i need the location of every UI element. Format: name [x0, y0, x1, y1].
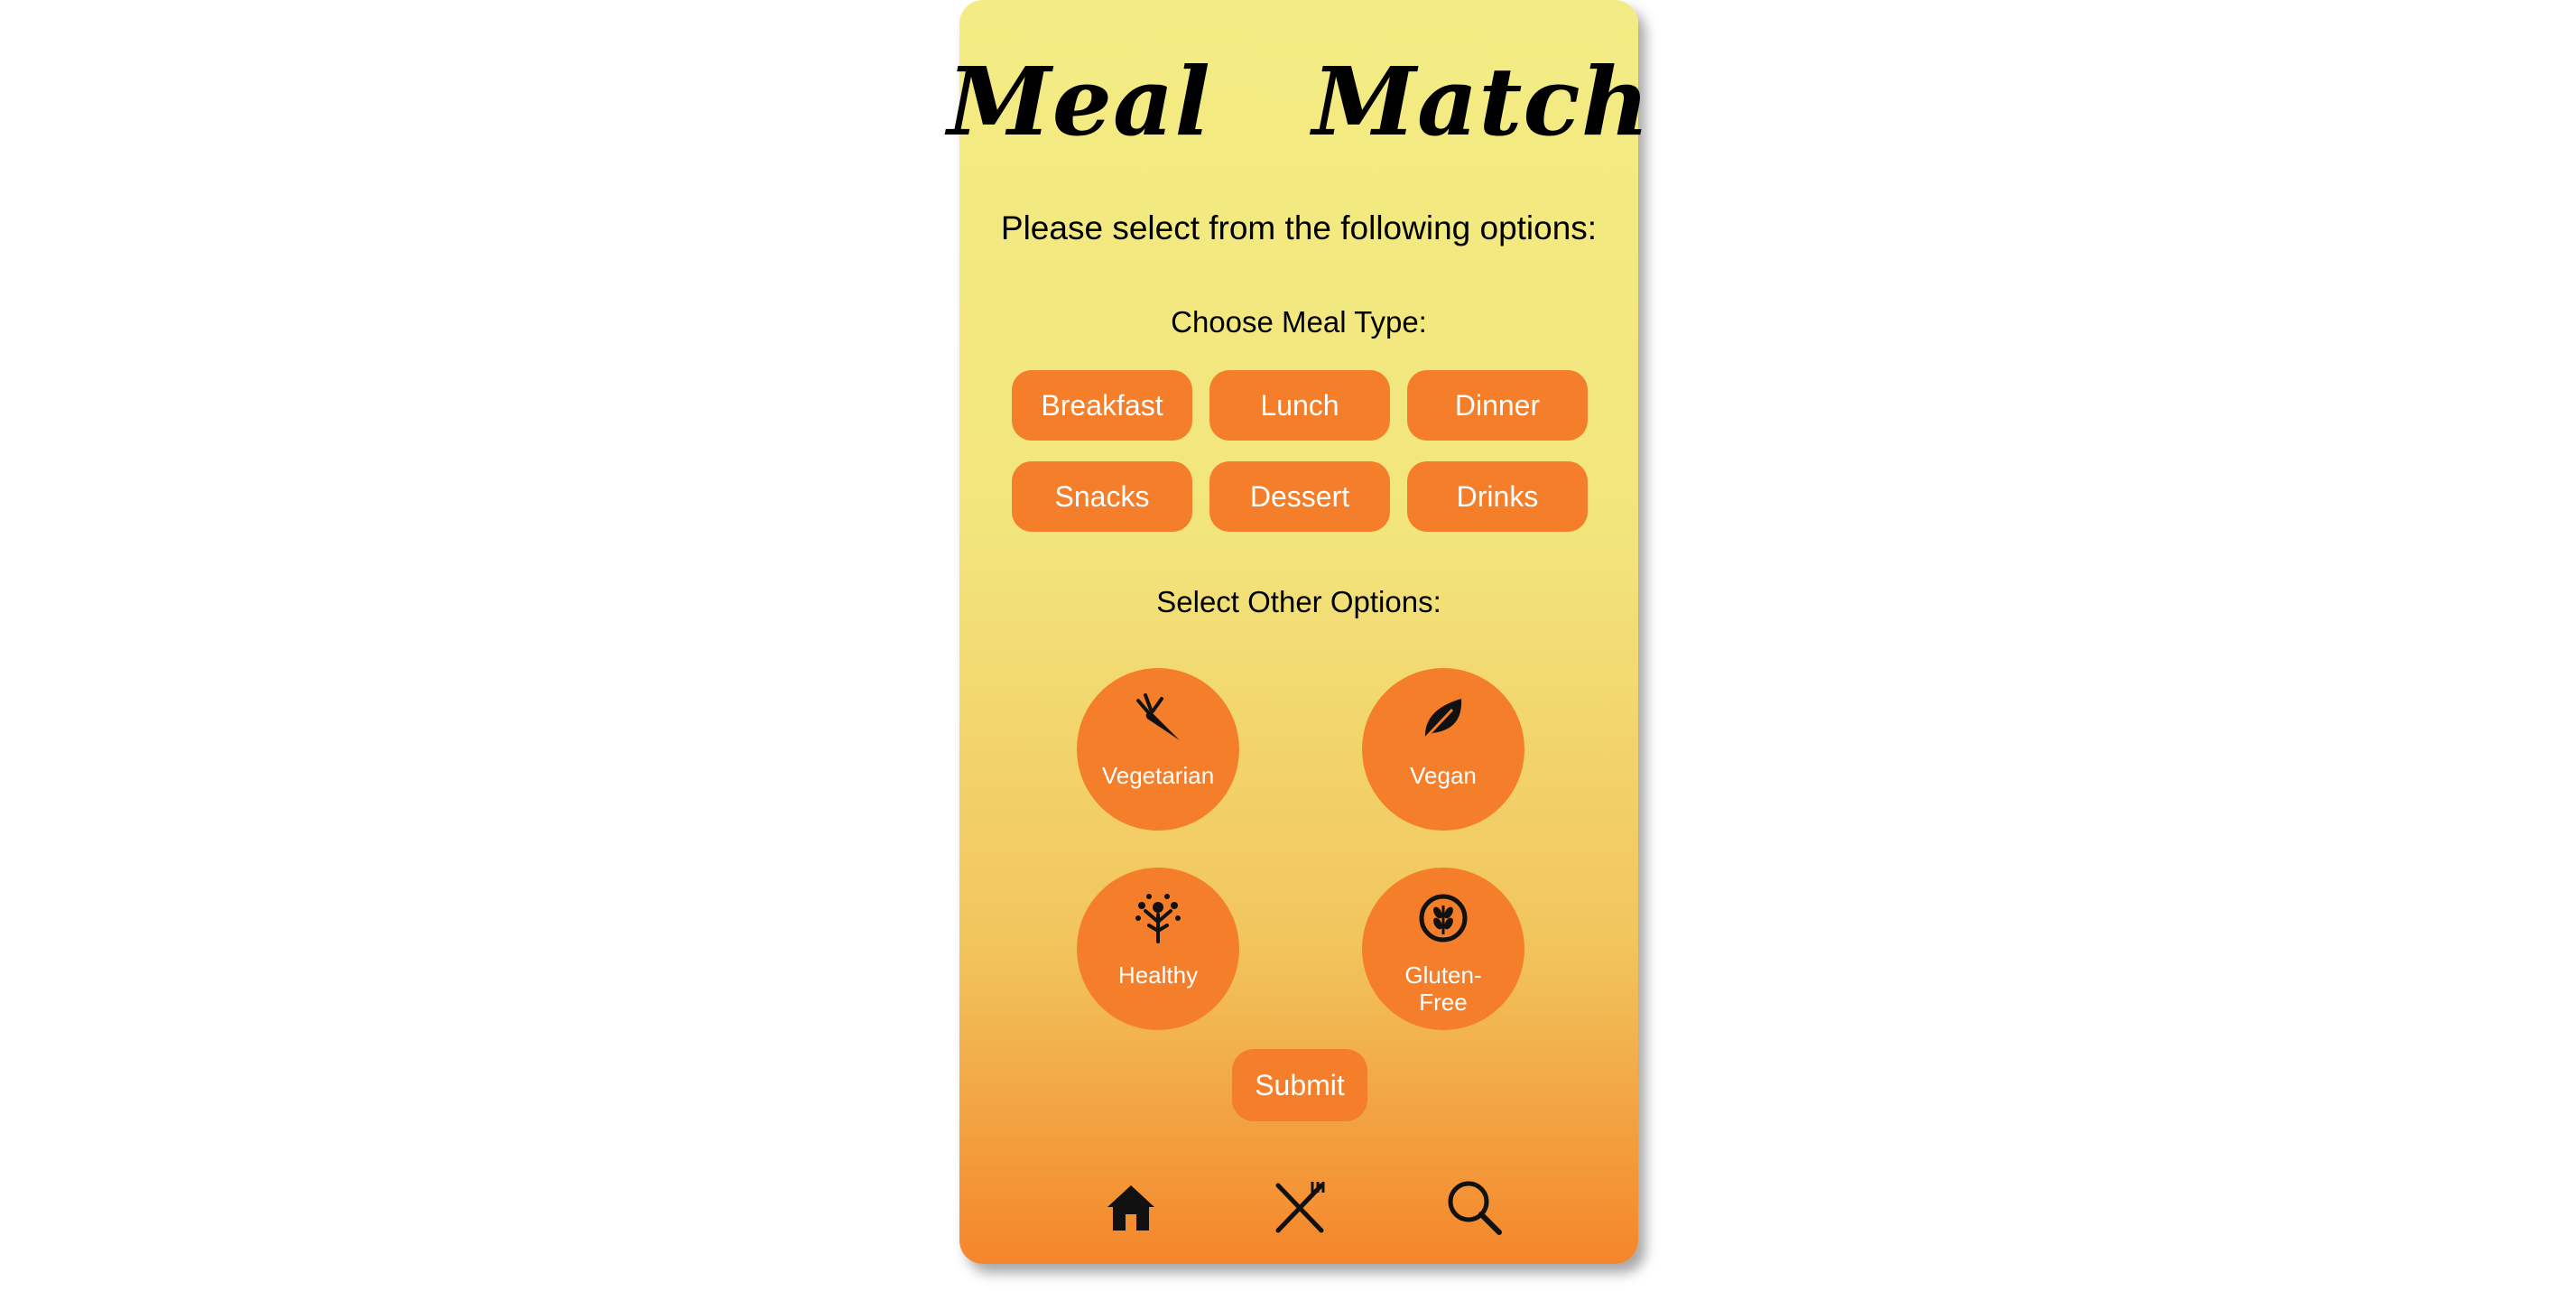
- meal-type-lunch-button[interactable]: Lunch: [1209, 370, 1390, 441]
- option-gluten-free-button[interactable]: Gluten- Free: [1362, 868, 1524, 1030]
- option-gluten-free-label-line2: Free: [1419, 989, 1468, 1016]
- meal-type-dinner-button[interactable]: Dinner: [1407, 370, 1588, 441]
- app-title: Meal Match: [948, 38, 1650, 164]
- submit-button[interactable]: Submit: [1232, 1049, 1367, 1121]
- home-icon[interactable]: [1102, 1178, 1160, 1236]
- healthy-tree-person-icon: [1135, 894, 1181, 943]
- option-gluten-free-label-line1: Gluten-: [1404, 961, 1482, 989]
- meal-type-dessert-button[interactable]: Dessert: [1209, 461, 1390, 532]
- option-vegetarian-label: Vegetarian: [1101, 762, 1215, 789]
- app-screen: Meal Match Please select from the follow…: [948, 0, 1650, 1264]
- option-healthy-label: Healthy: [1117, 961, 1199, 989]
- meal-type-heading: Choose Meal Type:: [1171, 305, 1427, 339]
- search-icon[interactable]: [1445, 1178, 1503, 1236]
- option-healthy-button[interactable]: Healthy: [1077, 868, 1239, 1030]
- page-prompt: Please select from the following options…: [1000, 209, 1598, 246]
- meal-type-drinks-button[interactable]: Drinks: [1407, 461, 1588, 532]
- other-options-heading: Select Other Options:: [1156, 585, 1441, 618]
- option-vegan-label: Vegan: [1410, 762, 1477, 789]
- meal-type-breakfast-button[interactable]: Breakfast: [1012, 370, 1192, 441]
- fork-knife-cross-icon[interactable]: [1271, 1178, 1329, 1236]
- option-vegetarian-button[interactable]: Vegetarian: [1077, 668, 1239, 831]
- title-word-meal: Meal: [947, 45, 1211, 157]
- option-vegan-button[interactable]: Vegan: [1362, 668, 1524, 831]
- leaf-icon: [1420, 699, 1462, 744]
- carrot-icon: [1136, 693, 1180, 740]
- meal-type-snacks-button[interactable]: Snacks: [1012, 461, 1192, 532]
- title-word-match: Match: [1311, 45, 1651, 157]
- wheat-circle-icon: [1419, 894, 1468, 943]
